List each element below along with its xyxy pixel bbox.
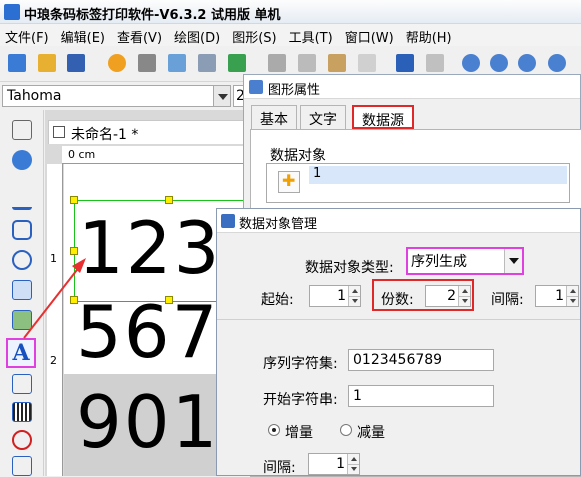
copies-label: 份数:: [381, 292, 414, 308]
manager-icon: [221, 214, 235, 228]
interval-value: 1: [555, 288, 564, 304]
spin-down-icon[interactable]: [566, 296, 578, 306]
properties-icon: [249, 80, 263, 94]
interval-stepper[interactable]: 1: [535, 285, 579, 307]
interval-label: 间隔:: [491, 292, 524, 308]
spin-up-icon[interactable]: [348, 286, 360, 296]
chevron-down-icon[interactable]: [504, 249, 522, 273]
manager-title: 数据对象管理: [239, 217, 318, 232]
charset-label: 序列字符集:: [263, 356, 338, 372]
spin-down-icon[interactable]: [347, 464, 359, 474]
tab-text[interactable]: 文字: [300, 105, 346, 129]
properties-title-bar: 图形属性: [244, 75, 580, 99]
spin-up-icon[interactable]: [458, 286, 470, 296]
start-value: 1: [337, 288, 346, 304]
increment-label: 增量: [285, 425, 313, 441]
type-label: 数据对象类型:: [305, 260, 394, 276]
tab-data-source[interactable]: 数据源: [352, 105, 414, 129]
data-objects-list[interactable]: 1: [266, 163, 570, 203]
start-string-label: 开始字符串:: [263, 392, 338, 408]
data-object-manager: 数据对象管理 数据对象类型: 序列生成 起始: 1 份数: 2 间隔: 1 序列…: [216, 208, 581, 476]
step-stepper[interactable]: 1: [308, 453, 360, 475]
data-object-item[interactable]: 1: [309, 166, 567, 184]
copies-value: 2: [447, 288, 456, 304]
start-stepper[interactable]: 1: [309, 285, 361, 307]
spin-up-icon[interactable]: [347, 454, 359, 464]
increment-radio[interactable]: [268, 424, 280, 436]
add-data-object-button[interactable]: [278, 171, 300, 193]
step-label: 间隔:: [263, 460, 296, 476]
charset-input[interactable]: 0123456789: [348, 349, 494, 371]
manager-title-bar: 数据对象管理: [217, 209, 580, 233]
decrement-label: 减量: [357, 425, 385, 441]
type-select[interactable]: 序列生成: [406, 247, 524, 275]
start-label: 起始:: [261, 292, 294, 308]
spin-up-icon[interactable]: [566, 286, 578, 296]
divider: [217, 319, 580, 320]
type-select-value: 序列生成: [411, 254, 467, 270]
tab-basic[interactable]: 基本: [251, 105, 297, 129]
step-value: 1: [336, 456, 345, 472]
spin-down-icon[interactable]: [348, 296, 360, 306]
decrement-radio[interactable]: [340, 424, 352, 436]
start-string-input[interactable]: 1: [348, 385, 494, 407]
spin-down-icon[interactable]: [458, 296, 470, 306]
properties-title: 图形属性: [268, 83, 321, 98]
copies-stepper[interactable]: 2: [425, 285, 471, 307]
data-objects-label: 数据对象: [270, 148, 326, 164]
